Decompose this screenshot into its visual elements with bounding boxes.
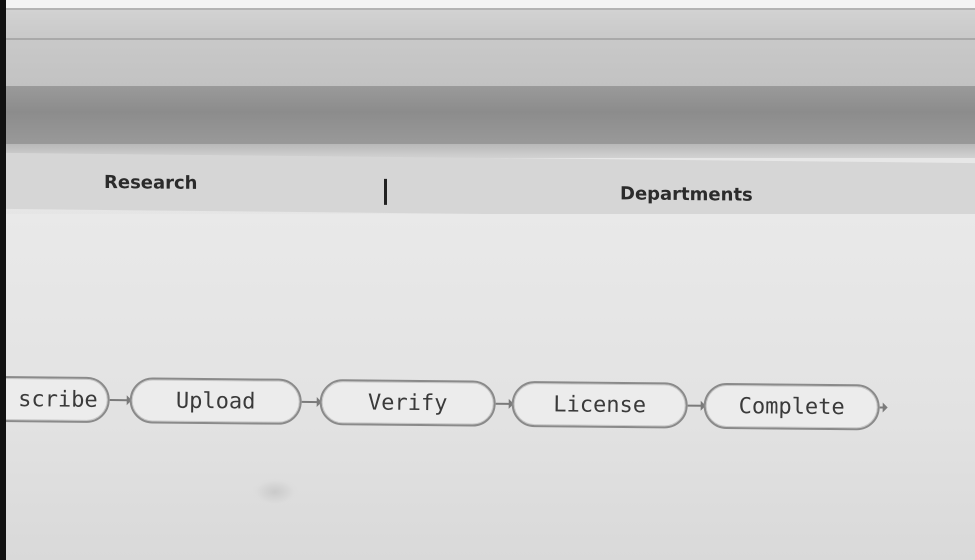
nav-item-research[interactable]: Research	[104, 172, 198, 194]
browser-chrome-top	[6, 8, 975, 88]
monitor-top-edge	[0, 0, 975, 8]
step-connector	[495, 402, 512, 405]
monitor-bezel-left	[0, 0, 6, 560]
step-label: Verify	[367, 390, 448, 416]
browser-chrome-toolbar	[6, 86, 975, 144]
step-connector	[879, 406, 886, 409]
workflow-steps: scribe Upload Verify License Complete	[0, 370, 975, 459]
step-label: License	[553, 391, 647, 418]
nav-divider	[384, 178, 387, 205]
step-connector	[687, 404, 704, 407]
chrome-divider-line	[6, 38, 975, 40]
step-connector	[301, 400, 320, 404]
site-navigation-bar: Research Departments	[6, 152, 975, 220]
screen: Research Departments scribe Upload Verif…	[0, 0, 975, 560]
step-verify-button[interactable]: Verify	[319, 379, 496, 427]
step-describe-button[interactable]: scribe	[0, 375, 110, 424]
step-license-button[interactable]: License	[511, 380, 688, 429]
screen-smudge	[252, 478, 298, 506]
step-label: Upload	[175, 388, 256, 414]
step-connector	[109, 399, 130, 402]
step-label: Complete	[738, 393, 845, 420]
step-upload-button[interactable]: Upload	[129, 377, 302, 425]
nav-item-departments[interactable]: Departments	[620, 183, 753, 205]
step-label: scribe	[18, 386, 98, 413]
step-complete-button[interactable]: Complete	[703, 382, 880, 431]
